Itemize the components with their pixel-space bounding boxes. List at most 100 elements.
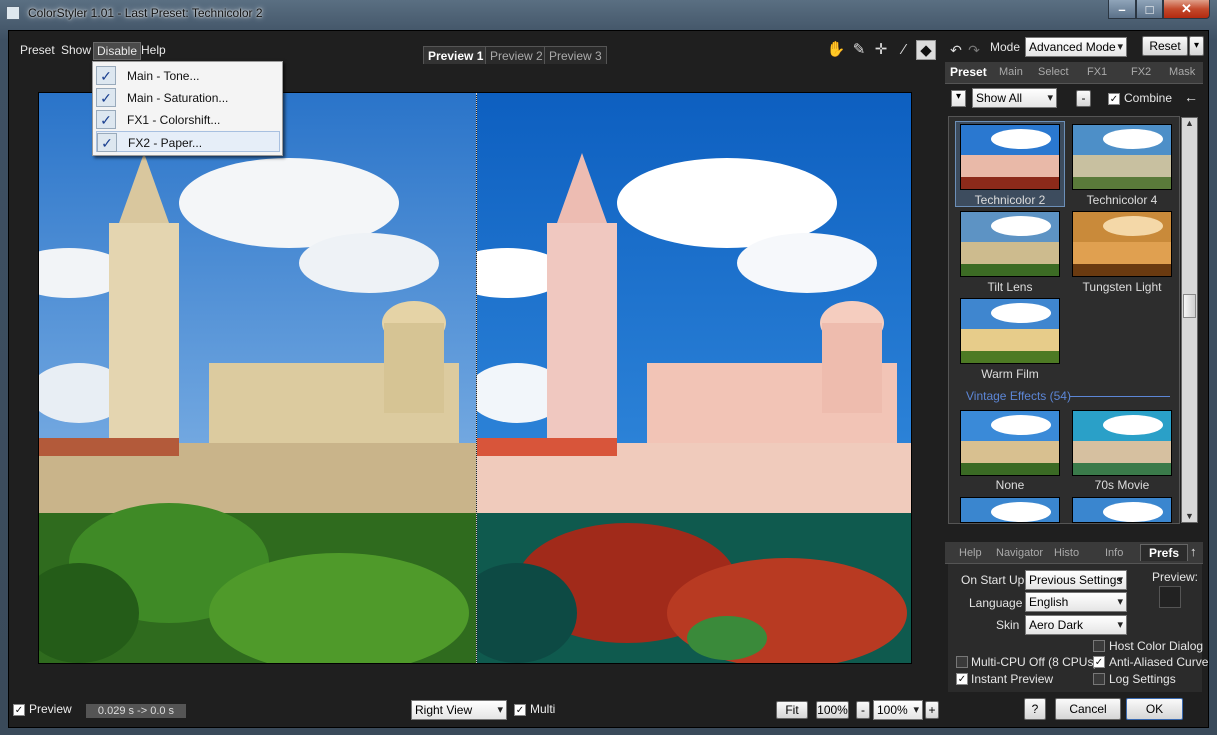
ok-button[interactable]: OK bbox=[1126, 698, 1183, 720]
redo-icon[interactable]: ↷ bbox=[964, 40, 984, 60]
maximize-button[interactable]: □ bbox=[1136, 0, 1163, 19]
mode-select[interactable]: Advanced Mode bbox=[1025, 37, 1127, 57]
dd-item-main-saturation[interactable]: ✓ Main - Saturation... bbox=[96, 87, 280, 108]
show-all-select[interactable]: Show All bbox=[972, 88, 1057, 108]
host-color-checkbox[interactable] bbox=[1093, 640, 1105, 652]
instant-preview-checkbox[interactable]: ✓ bbox=[956, 673, 968, 685]
anti-aliased-checkbox[interactable]: ✓ bbox=[1093, 656, 1105, 668]
tab-navigator[interactable]: Navigator bbox=[996, 547, 1043, 559]
tab-histo[interactable]: Histo bbox=[1054, 547, 1079, 559]
tab-mask[interactable]: Mask bbox=[1169, 66, 1195, 78]
preview-checkbox[interactable]: ✓ bbox=[13, 704, 25, 716]
tab-fx1[interactable]: FX1 bbox=[1087, 66, 1107, 78]
minimize-button[interactable]: – bbox=[1108, 0, 1136, 19]
timing-readout: 0.029 s -> 0.0 s bbox=[86, 704, 186, 718]
crosshair-icon[interactable]: ✛ bbox=[871, 40, 891, 60]
dd-item-fx2-paper[interactable]: ✓ FX2 - Paper... bbox=[96, 131, 280, 152]
vintage-group-header[interactable]: Vintage Effects (54) bbox=[966, 389, 1071, 403]
skin-select[interactable]: Aero Dark bbox=[1025, 615, 1127, 635]
combine-checkbox[interactable]: ✓ bbox=[1108, 93, 1120, 105]
tab-preview-1[interactable]: Preview 1 bbox=[423, 46, 489, 64]
view-select[interactable]: Right View bbox=[411, 700, 507, 720]
tab-select[interactable]: Select bbox=[1038, 66, 1069, 78]
tab-info[interactable]: Info bbox=[1105, 547, 1123, 559]
preset-thumb[interactable] bbox=[1072, 124, 1172, 190]
zoom-in-button[interactable]: + bbox=[925, 701, 939, 719]
on-start-up-label: On Start Up bbox=[961, 573, 1025, 587]
tab-preset[interactable]: Preset bbox=[950, 65, 987, 79]
preset-label: Tilt Lens bbox=[987, 280, 1033, 294]
menu-show[interactable]: Show bbox=[58, 42, 94, 58]
undo-icon[interactable]: ↶ bbox=[946, 40, 966, 60]
dd-item-fx1-colorshift[interactable]: ✓ FX1 - Colorshift... bbox=[96, 109, 280, 130]
preview-swatch[interactable] bbox=[1159, 586, 1181, 608]
preset-thumb[interactable] bbox=[1072, 497, 1172, 523]
preset-label: Warm Film bbox=[981, 367, 1039, 381]
scroll-up-icon[interactable]: ▲ bbox=[1185, 118, 1194, 128]
reset-button[interactable]: Reset bbox=[1142, 36, 1188, 56]
original-image bbox=[39, 93, 476, 663]
collapse-button[interactable]: - bbox=[1076, 90, 1091, 107]
language-label: Language bbox=[969, 596, 1023, 610]
cancel-button[interactable]: Cancel bbox=[1055, 698, 1121, 720]
menu-disable[interactable]: Disable bbox=[93, 42, 142, 60]
preview-canvas[interactable] bbox=[38, 92, 912, 664]
zoom-100-button[interactable]: 100% bbox=[816, 701, 849, 719]
arrow-left-icon[interactable]: ← bbox=[1184, 89, 1198, 105]
fit-button[interactable]: Fit bbox=[776, 701, 808, 719]
menu-help[interactable]: Help bbox=[138, 42, 169, 58]
preset-thumb[interactable] bbox=[960, 497, 1060, 523]
dd-label: Main - Tone... bbox=[127, 69, 200, 83]
language-select[interactable]: English bbox=[1025, 592, 1127, 612]
styled-image bbox=[477, 93, 911, 663]
eyedropper-icon[interactable]: ✎ bbox=[849, 40, 869, 60]
zoom-out-button[interactable]: - bbox=[856, 701, 870, 719]
on-start-up-select[interactable]: Previous Settings bbox=[1025, 570, 1127, 590]
dd-label: Main - Saturation... bbox=[127, 91, 229, 105]
log-settings-checkbox[interactable] bbox=[1093, 673, 1105, 685]
disable-dropdown: ✓ Main - Tone... ✓ Main - Saturation... … bbox=[92, 61, 283, 156]
tab-preview-2[interactable]: Preview 2 bbox=[485, 46, 548, 64]
tab-prefs[interactable]: Prefs bbox=[1140, 544, 1189, 561]
dd-label: FX2 - Paper... bbox=[128, 136, 203, 150]
preset-thumb[interactable] bbox=[960, 211, 1060, 277]
tab-preview-3[interactable]: Preview 3 bbox=[544, 46, 607, 64]
brush-icon[interactable]: ⁄ bbox=[894, 40, 914, 60]
preset-label: Technicolor 2 bbox=[974, 193, 1046, 207]
check-icon: ✓ bbox=[96, 110, 116, 129]
preset-thumb[interactable] bbox=[960, 410, 1060, 476]
menu-preset[interactable]: Preset bbox=[17, 42, 58, 58]
tab-fx2[interactable]: FX2 bbox=[1131, 66, 1151, 78]
scroll-down-icon[interactable]: ▼ bbox=[1185, 511, 1194, 521]
split-view-icon[interactable]: ◆ bbox=[916, 40, 936, 60]
on-start-up-value: Previous Settings bbox=[1029, 573, 1123, 587]
app-icon bbox=[6, 6, 20, 20]
preset-label: None bbox=[995, 478, 1025, 492]
zoom-select[interactable]: 100% bbox=[873, 700, 923, 720]
show-all-value: Show All bbox=[976, 91, 1023, 105]
arrow-up-icon[interactable]: ↑ bbox=[1190, 544, 1197, 559]
preset-scrollbar[interactable] bbox=[1181, 117, 1198, 523]
multi-checkbox[interactable]: ✓ bbox=[514, 704, 526, 716]
split-divider[interactable] bbox=[476, 93, 477, 663]
preset-thumb[interactable] bbox=[960, 124, 1060, 190]
filter-menu-button[interactable]: ▾ bbox=[951, 90, 966, 107]
tab-help[interactable]: Help bbox=[959, 547, 982, 559]
preset-thumb[interactable] bbox=[1072, 410, 1172, 476]
tab-main[interactable]: Main bbox=[999, 66, 1023, 78]
title-bar[interactable]: ColorStyler 1.01 - Last Preset: Technico… bbox=[0, 0, 1217, 26]
log-settings-label: Log Settings bbox=[1109, 672, 1176, 686]
anti-aliased-label: Anti-Aliased Curve bbox=[1109, 655, 1209, 669]
scroll-thumb[interactable] bbox=[1183, 294, 1196, 318]
dd-item-main-tone[interactable]: ✓ Main - Tone... bbox=[96, 65, 280, 86]
close-button[interactable]: ✕ bbox=[1163, 0, 1210, 19]
window-title: ColorStyler 1.01 - Last Preset: Technico… bbox=[28, 6, 263, 20]
preset-thumb[interactable] bbox=[960, 298, 1060, 364]
hand-tool-icon[interactable]: ✋ bbox=[826, 40, 846, 60]
preset-label: Tungsten Light bbox=[1082, 280, 1162, 294]
preset-thumb[interactable] bbox=[1072, 211, 1172, 277]
group-divider bbox=[1070, 396, 1170, 397]
help-button[interactable]: ? bbox=[1024, 698, 1046, 720]
reset-menu-button[interactable]: ▾ bbox=[1189, 36, 1204, 56]
multi-cpu-checkbox[interactable] bbox=[956, 656, 968, 668]
